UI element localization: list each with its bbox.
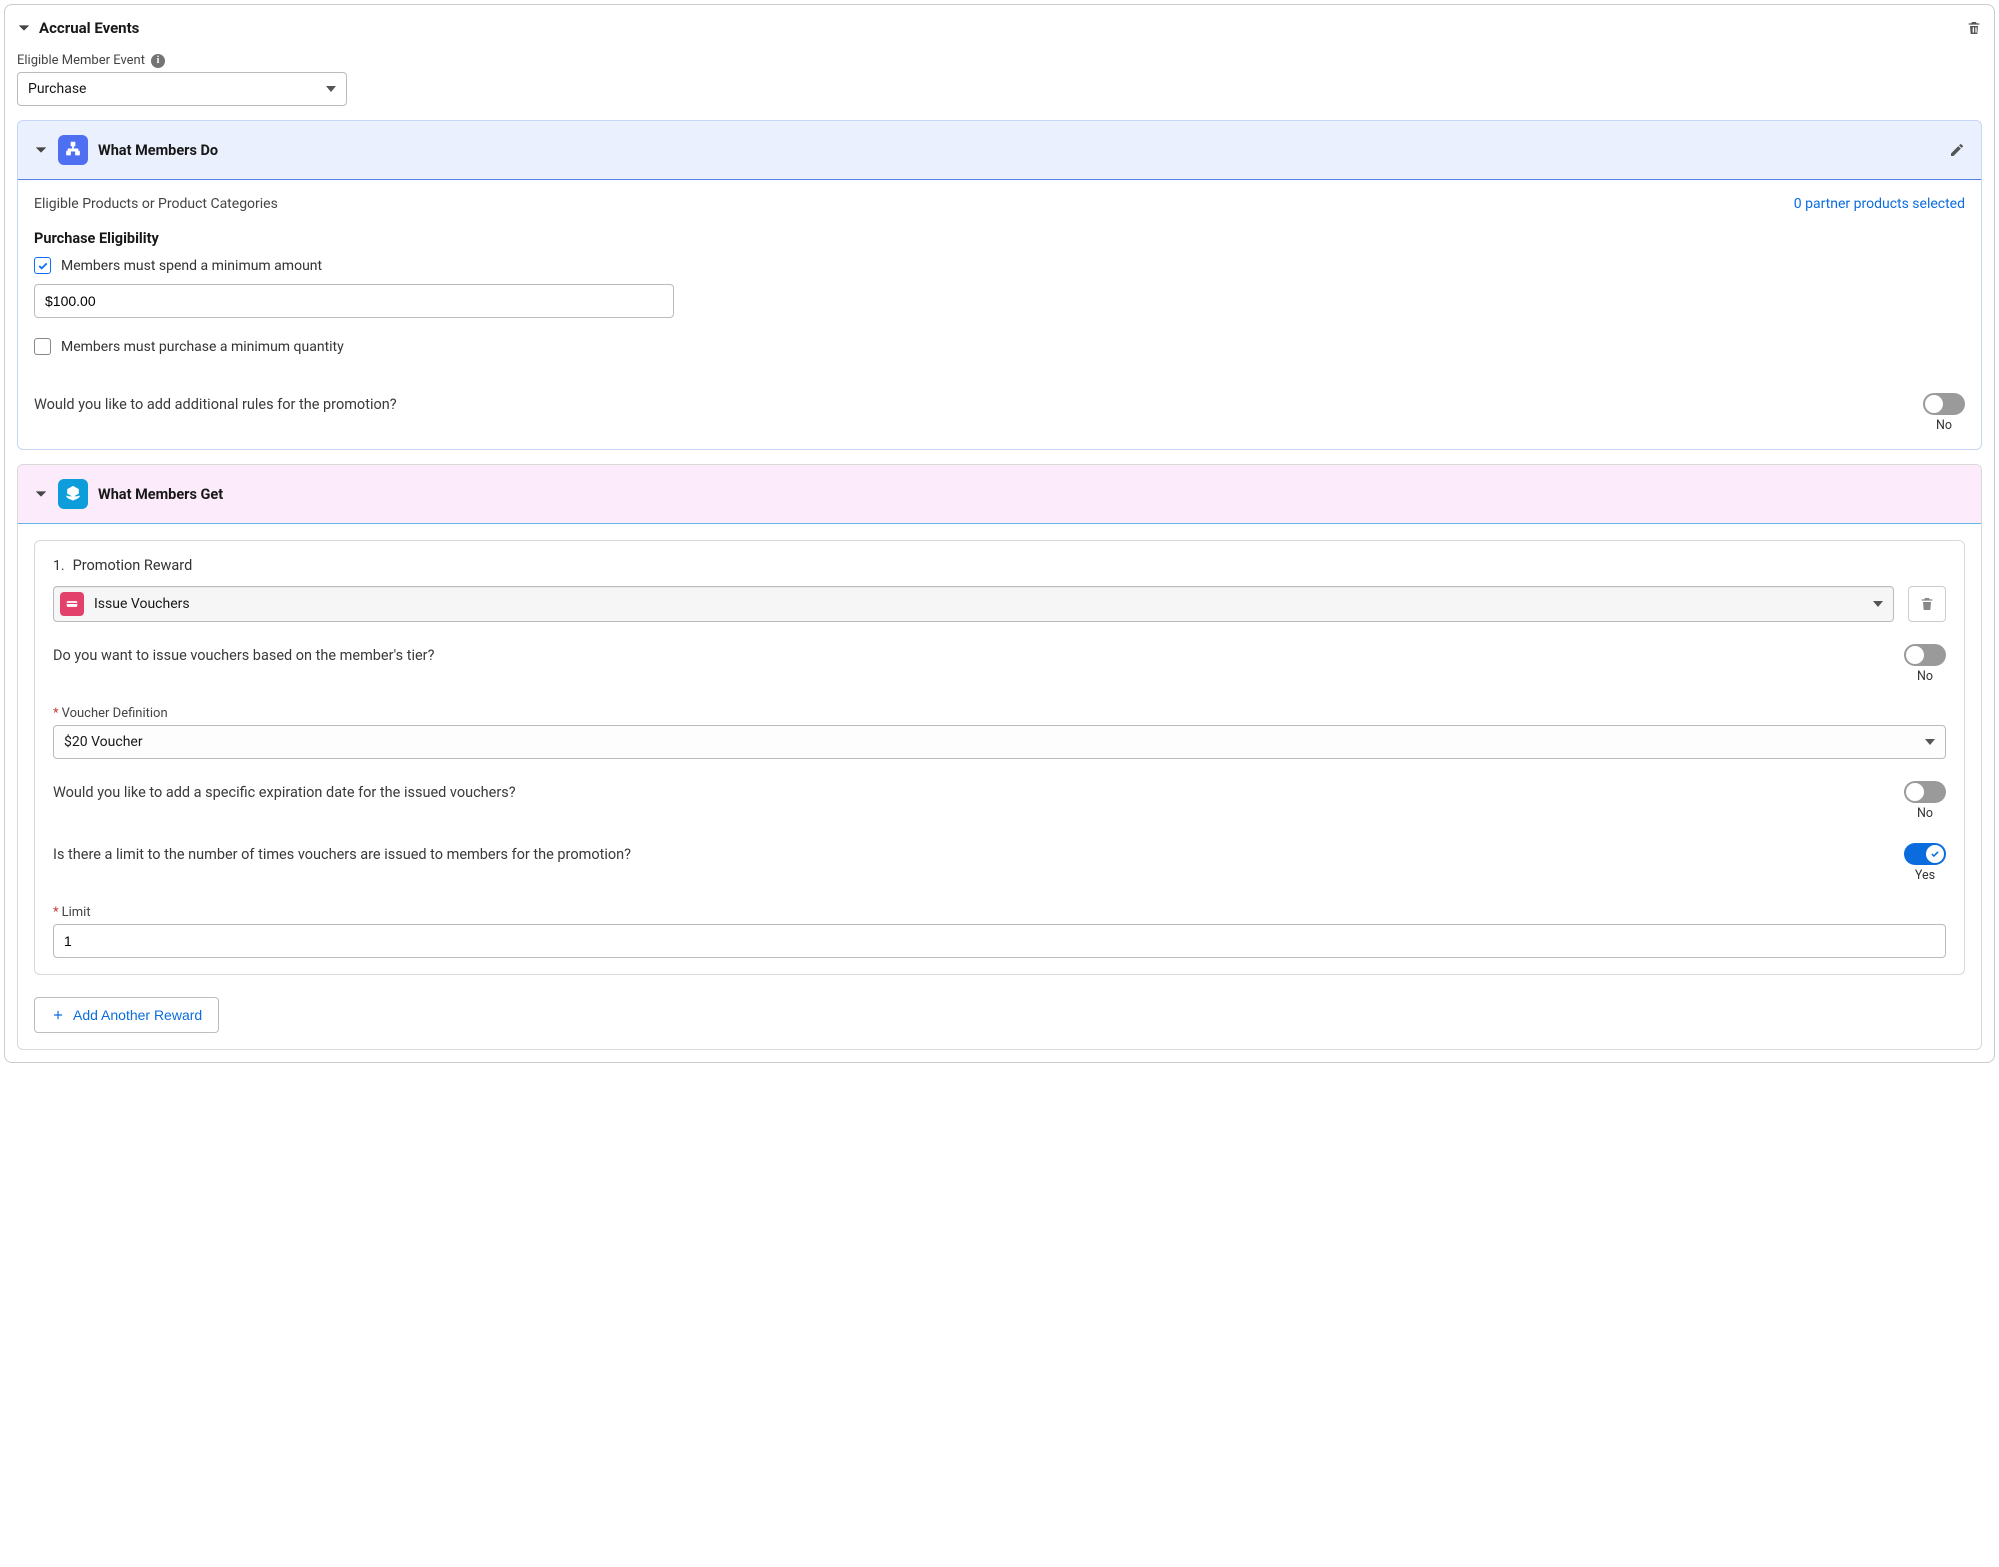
additional-rules-value: No — [1936, 418, 1952, 433]
promotion-reward-card: 1. Promotion Reward Issue Vouchers — [34, 540, 1965, 975]
voucher-definition-value: $20 Voucher — [64, 734, 143, 750]
expiration-toggle-value: No — [1917, 806, 1933, 821]
collapse-icon[interactable] — [17, 21, 31, 35]
edit-icon[interactable] — [1949, 142, 1965, 158]
reward-type-dropdown[interactable]: Issue Vouchers — [53, 586, 1894, 622]
what-members-get-header: What Members Get — [18, 465, 1981, 524]
collapse-icon[interactable] — [34, 143, 48, 157]
limit-input[interactable] — [53, 924, 1946, 958]
min-spend-input[interactable] — [34, 284, 674, 318]
eligible-member-event-value: Purchase — [28, 81, 86, 97]
accrual-events-header: Accrual Events — [17, 17, 1982, 39]
min-spend-label: Members must spend a minimum amount — [61, 258, 322, 274]
min-qty-label: Members must purchase a minimum quantity — [61, 339, 344, 355]
eligible-member-event-field: Eligible Member Event i Purchase — [17, 53, 1982, 106]
limit-label: *Limit — [53, 905, 1946, 920]
chevron-down-icon — [1925, 739, 1935, 745]
add-reward-button[interactable]: Add Another Reward — [34, 997, 219, 1033]
min-qty-checkbox[interactable] — [34, 338, 51, 355]
limit-toggle[interactable] — [1904, 843, 1946, 865]
delete-icon[interactable] — [1966, 20, 1982, 36]
limit-question: Is there a limit to the number of times … — [53, 843, 631, 863]
chevron-down-icon — [326, 86, 336, 92]
what-members-get-title: What Members Get — [98, 486, 223, 503]
additional-rules-question: Would you like to add additional rules f… — [34, 393, 397, 413]
expiration-toggle[interactable] — [1904, 781, 1946, 803]
what-members-do-header: What Members Do — [18, 121, 1981, 180]
reward-index: 1. — [53, 558, 65, 574]
expiration-question: Would you like to add a specific expirat… — [53, 781, 516, 801]
reward-type-value: Issue Vouchers — [94, 596, 190, 612]
eligible-products-label: Eligible Products or Product Categories — [34, 196, 278, 212]
what-members-get-panel: What Members Get 1. Promotion Reward Iss… — [17, 464, 1982, 1050]
tier-toggle-value: No — [1917, 669, 1933, 684]
eligible-member-event-dropdown[interactable]: Purchase — [17, 72, 347, 106]
plus-icon — [51, 1008, 65, 1022]
min-spend-checkbox[interactable] — [34, 257, 51, 274]
limit-toggle-value: Yes — [1915, 868, 1935, 883]
hierarchy-icon — [58, 135, 88, 165]
what-members-do-panel: What Members Do Eligible Products or Pro… — [17, 120, 1982, 450]
info-icon[interactable]: i — [151, 54, 165, 68]
reward-heading: Promotion Reward — [73, 557, 193, 574]
tier-question: Do you want to issue vouchers based on t… — [53, 644, 434, 664]
tier-toggle[interactable] — [1904, 644, 1946, 666]
add-reward-label: Add Another Reward — [73, 1007, 202, 1023]
collapse-icon[interactable] — [34, 487, 48, 501]
section-title: Accrual Events — [39, 19, 139, 37]
voucher-def-label: *Voucher Definition — [53, 706, 1946, 721]
purchase-eligibility-heading: Purchase Eligibility — [34, 230, 1965, 247]
delete-reward-button[interactable] — [1908, 586, 1946, 622]
partner-products-link[interactable]: 0 partner products selected — [1794, 196, 1965, 212]
voucher-definition-dropdown[interactable]: $20 Voucher — [53, 725, 1946, 759]
chevron-down-icon — [1873, 601, 1883, 607]
eligible-member-event-label: Eligible Member Event — [17, 53, 145, 68]
additional-rules-toggle[interactable] — [1923, 393, 1965, 415]
reward-icon — [58, 479, 88, 509]
what-members-do-title: What Members Do — [98, 142, 218, 159]
voucher-icon — [60, 592, 84, 616]
